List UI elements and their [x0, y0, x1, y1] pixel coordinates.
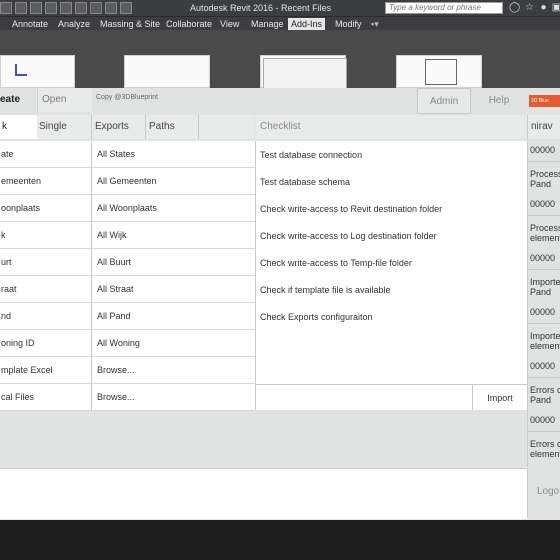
search-input[interactable] — [385, 2, 503, 14]
counter-divider — [527, 431, 560, 432]
checklist-item: Test database connection — [260, 150, 363, 160]
parameter-label: k — [0, 222, 91, 249]
checklist-item: Check if template file is available — [260, 285, 391, 295]
tab-analyze[interactable]: Analyze — [55, 18, 93, 30]
redo-icon[interactable] — [45, 2, 57, 14]
checklist-item: Test database schema — [260, 177, 351, 187]
parameter-value-field[interactable]: All Woonplaats — [91, 195, 255, 222]
parameter-value-field[interactable]: All Gemeenten — [91, 168, 255, 195]
tab-paths[interactable]: Paths — [145, 115, 199, 139]
tab-modify[interactable]: Modify — [332, 18, 365, 30]
tab-bulk[interactable]: k — [0, 115, 37, 139]
tab-create[interactable]: eate — [0, 88, 37, 112]
tab-collaborate[interactable]: Collaborate — [163, 18, 215, 30]
parameter-label: nd — [0, 303, 91, 330]
cart-icon[interactable]: ▣ — [551, 2, 560, 13]
help-button[interactable]: Help — [472, 88, 526, 114]
binoculars-icon[interactable]: ◯ — [509, 2, 520, 13]
status-bar — [0, 520, 560, 560]
counter-divider — [527, 269, 560, 270]
elevation-preview-icon — [425, 59, 457, 85]
checklist-item: Check write-access to Log destination fo… — [260, 231, 437, 241]
export-dialog: eate Open Copy @3DBlueprint Admin Help 3… — [0, 88, 560, 520]
parameter-label: oning ID — [0, 330, 91, 357]
parameter-value-field[interactable]: All States — [91, 141, 255, 168]
parameter-value-field[interactable]: All Straat — [91, 276, 255, 303]
tab-annotate[interactable]: Annotate — [9, 18, 51, 30]
tab-single[interactable]: Single — [37, 115, 91, 139]
copyright-label: Copy @3DBlueprint — [96, 94, 158, 101]
title-bar: Autodesk Revit 2016 - Recent Files ◯ ☆ ●… — [0, 0, 560, 16]
counter-sublabel: Pand — [530, 179, 552, 189]
logo-placeholder: Logo — [537, 486, 560, 497]
parameter-label: mplate Excel — [0, 357, 91, 384]
user-name: nirav — [527, 115, 560, 139]
counter-sublabel: element — [530, 233, 560, 243]
parameter-value-field[interactable]: Browse... — [91, 384, 255, 411]
ribbon-dropdown-icon[interactable]: ▪▾ — [368, 18, 382, 30]
undo-icon[interactable] — [30, 2, 42, 14]
parameter-label: oonplaats — [0, 195, 91, 222]
open-icon[interactable] — [0, 2, 12, 14]
recent-file-thumbnail[interactable] — [124, 55, 210, 88]
ribbon-tabs: Annotate Analyze Massing & Site Collabor… — [0, 16, 560, 31]
user-icon[interactable]: ● — [538, 2, 549, 13]
counter-value: 00000 — [530, 361, 556, 371]
brand-logo: 3D Blue — [529, 95, 560, 107]
counter-value: 00000 — [530, 253, 556, 263]
parameter-value-field[interactable]: All Wijk — [91, 222, 255, 249]
counter-sublabel: Pand — [530, 287, 552, 297]
checklist-title: Checklist — [255, 115, 527, 139]
counter-sublabel: element — [530, 341, 560, 351]
checklist-footer — [255, 384, 472, 410]
tab-spacer — [199, 115, 254, 139]
text-icon[interactable] — [90, 2, 102, 14]
counter-divider — [527, 377, 560, 378]
counter-value: 00000 — [530, 145, 556, 155]
log-output-area — [0, 468, 527, 519]
model-preview-icon — [263, 58, 347, 89]
counter-sublabel: Pand — [530, 395, 552, 405]
counter-sublabel: element — [530, 449, 560, 459]
star-icon[interactable]: ☆ — [524, 2, 535, 13]
checklist-item: Check write-access to Revit destination … — [260, 204, 443, 214]
counter-value: 00000 — [530, 415, 556, 425]
checklist-item: Check write-access to Temp-file folder — [260, 258, 412, 268]
tab-manage[interactable]: Manage — [248, 18, 287, 30]
parameter-label: emeenten — [0, 168, 91, 195]
admin-button[interactable]: Admin — [417, 88, 471, 114]
counter-divider — [527, 215, 560, 216]
counter-value: 00000 — [530, 307, 556, 317]
parameter-label: urt — [0, 249, 91, 276]
measure-icon[interactable] — [75, 2, 87, 14]
recent-file-thumbnail[interactable] — [0, 55, 75, 88]
logo-panel: Logo — [527, 468, 560, 518]
tab-open[interactable]: Open — [37, 88, 92, 112]
quick-access-toolbar — [0, 2, 132, 14]
recent-file-thumbnail[interactable] — [396, 55, 482, 88]
parameter-value-field[interactable]: Browse... — [91, 357, 255, 384]
parameter-value-field[interactable]: All Pand — [91, 303, 255, 330]
parameter-value-field[interactable]: All Buurt — [91, 249, 255, 276]
counter-divider — [527, 323, 560, 324]
window-icon[interactable] — [120, 2, 132, 14]
recent-file-thumbnail[interactable] — [260, 55, 347, 89]
tab-view[interactable]: View — [217, 18, 242, 30]
app-title: Autodesk Revit 2016 - Recent Files — [190, 3, 332, 13]
tab-exports[interactable]: Exports — [91, 115, 145, 139]
counter-divider — [527, 161, 560, 162]
checklist-item: Check Exports configuraiton — [260, 312, 373, 322]
import-button[interactable]: Import — [472, 384, 527, 410]
section-icon[interactable] — [105, 2, 117, 14]
print-icon[interactable] — [60, 2, 72, 14]
save-icon[interactable] — [15, 2, 27, 14]
parameter-value-field[interactable]: All Woning — [91, 330, 255, 357]
tab-add-ins[interactable]: Add-Ins — [288, 18, 326, 30]
floor-plan-icon — [15, 64, 27, 76]
parameter-label: ate — [0, 141, 91, 168]
parameter-label: cal Files — [0, 384, 91, 411]
parameter-label: raat — [0, 276, 91, 303]
counter-value: 00000 — [530, 199, 556, 209]
tab-massing-site[interactable]: Massing & Site — [97, 18, 163, 30]
